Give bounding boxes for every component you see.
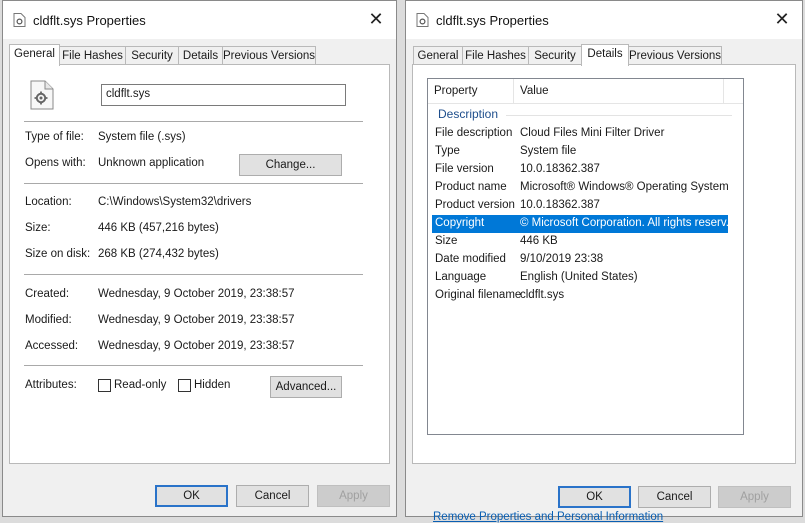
size-label: Size:	[25, 222, 51, 234]
table-row[interactable]: Size 446 KB	[432, 233, 728, 251]
separator	[24, 274, 363, 275]
property-name: Language	[435, 271, 487, 283]
tab-previous-versions[interactable]: Previous Versions	[222, 46, 316, 65]
properties-window-details: cldflt.sys Properties ✕ General File Has…	[405, 0, 803, 523]
location-label: Location:	[25, 196, 72, 208]
column-divider[interactable]	[513, 79, 514, 104]
property-name: Size	[435, 235, 458, 247]
table-row[interactable]: File version 10.0.18362.387	[432, 161, 728, 179]
table-row[interactable]: File description Cloud Files Mini Filter…	[432, 125, 728, 143]
size-value: 446 KB (457,216 bytes)	[98, 222, 219, 234]
tab-file-hashes[interactable]: File Hashes	[462, 46, 529, 65]
property-value: System file	[520, 145, 577, 157]
tab-details[interactable]: Details	[178, 46, 223, 65]
property-name: Type	[435, 145, 460, 157]
document-gear-icon	[416, 13, 429, 27]
title-bar[interactable]: cldflt.sys Properties ✕	[406, 1, 802, 39]
apply-button[interactable]: Apply	[317, 485, 390, 507]
change-button[interactable]: Change...	[239, 154, 342, 176]
group-divider	[506, 115, 732, 116]
size-on-disk-label: Size on disk:	[25, 248, 91, 260]
opens-with-label: Opens with:	[25, 157, 86, 169]
tab-general[interactable]: General	[413, 46, 463, 65]
general-panel: cldflt.sys Type of file: System file (.s…	[9, 64, 390, 464]
property-value: © Microsoft Corporation. All rights rese…	[520, 217, 736, 229]
accessed-label: Accessed:	[25, 340, 79, 352]
document-gear-icon	[30, 80, 54, 110]
size-on-disk-value: 268 KB (274,432 bytes)	[98, 248, 219, 260]
tab-general[interactable]: General	[9, 44, 60, 66]
table-row-selected[interactable]: Copyright © Microsoft Corporation. All r…	[432, 215, 735, 233]
apply-button[interactable]: Apply	[718, 486, 791, 508]
document-gear-icon	[13, 13, 26, 27]
table-row[interactable]: Product name Microsoft® Windows® Operati…	[432, 179, 729, 197]
readonly-label[interactable]: Read-only	[114, 379, 166, 391]
table-row[interactable]: Type System file	[432, 143, 728, 161]
tab-previous-versions[interactable]: Previous Versions	[628, 46, 722, 65]
accessed-value: Wednesday, 9 October 2019, 23:38:57	[98, 340, 295, 352]
title-bar[interactable]: cldflt.sys Properties ✕	[3, 1, 396, 39]
property-value: 9/10/2019 23:38	[520, 253, 604, 265]
created-value: Wednesday, 9 October 2019, 23:38:57	[98, 288, 295, 300]
group-header-description: Description	[438, 107, 499, 121]
table-row[interactable]: Date modified 9/10/2019 23:38	[432, 251, 728, 269]
property-value: Cloud Files Mini Filter Driver	[520, 127, 665, 139]
property-name: File version	[435, 163, 494, 175]
property-value: 446 KB	[520, 235, 558, 247]
column-header-property[interactable]: Property	[434, 85, 477, 97]
hidden-label[interactable]: Hidden	[194, 379, 230, 391]
cancel-button[interactable]: Cancel	[236, 485, 309, 507]
window-title: cldflt.sys Properties	[33, 13, 146, 28]
created-label: Created:	[25, 288, 70, 300]
details-panel: Property Value Description File descript…	[412, 64, 796, 523]
property-name: Date modified	[435, 253, 506, 265]
remove-properties-link[interactable]: Remove Properties and Personal Informati…	[433, 511, 663, 523]
table-row[interactable]: Product version 10.0.18362.387	[432, 197, 728, 215]
filename-input[interactable]: cldflt.sys	[101, 84, 346, 106]
property-name: Original filename	[435, 289, 522, 301]
tab-security[interactable]: Security	[528, 46, 582, 65]
tab-security[interactable]: Security	[125, 46, 179, 65]
properties-window-general: cldflt.sys Properties ✕ General File Has…	[2, 0, 397, 517]
advanced-button[interactable]: Advanced...	[270, 376, 342, 398]
ok-button[interactable]: OK	[558, 486, 631, 508]
ok-button[interactable]: OK	[155, 485, 228, 507]
property-value: cldflt.sys	[520, 289, 565, 301]
close-icon[interactable]: ✕	[364, 8, 388, 32]
modified-label: Modified:	[25, 314, 72, 326]
separator	[24, 121, 363, 122]
property-value: 10.0.18362.387	[520, 199, 600, 211]
details-list[interactable]: Property Value Description File descript…	[427, 78, 744, 435]
property-value: Microsoft® Windows® Operating System	[520, 181, 729, 193]
table-row[interactable]: Original filename cldflt.sys	[432, 287, 728, 305]
column-header-value[interactable]: Value	[520, 85, 549, 97]
attributes-label: Attributes:	[25, 379, 77, 391]
property-value: English (United States)	[520, 271, 638, 283]
location-value: C:\Windows\System32\drivers	[98, 196, 252, 208]
property-value: 10.0.18362.387	[520, 163, 600, 175]
property-name: File description	[435, 127, 513, 139]
type-value: System file (.sys)	[98, 131, 186, 143]
hidden-checkbox[interactable]	[178, 379, 191, 392]
column-divider[interactable]	[723, 79, 724, 104]
cancel-button[interactable]: Cancel	[638, 486, 711, 508]
list-header: Property Value	[428, 79, 743, 104]
close-icon[interactable]: ✕	[770, 8, 794, 32]
table-row[interactable]: Language English (United States)	[432, 269, 728, 287]
type-label: Type of file:	[25, 131, 84, 143]
opens-with-value: Unknown application	[98, 157, 205, 169]
separator	[24, 365, 363, 366]
tab-file-hashes[interactable]: File Hashes	[59, 46, 126, 65]
modified-value: Wednesday, 9 October 2019, 23:38:57	[98, 314, 295, 326]
separator	[24, 183, 363, 184]
window-title: cldflt.sys Properties	[436, 13, 549, 28]
property-name: Product version	[435, 199, 515, 211]
property-name: Product name	[435, 181, 507, 193]
readonly-checkbox[interactable]	[98, 379, 111, 392]
property-name: Copyright	[435, 217, 485, 229]
tab-details[interactable]: Details	[581, 44, 629, 66]
